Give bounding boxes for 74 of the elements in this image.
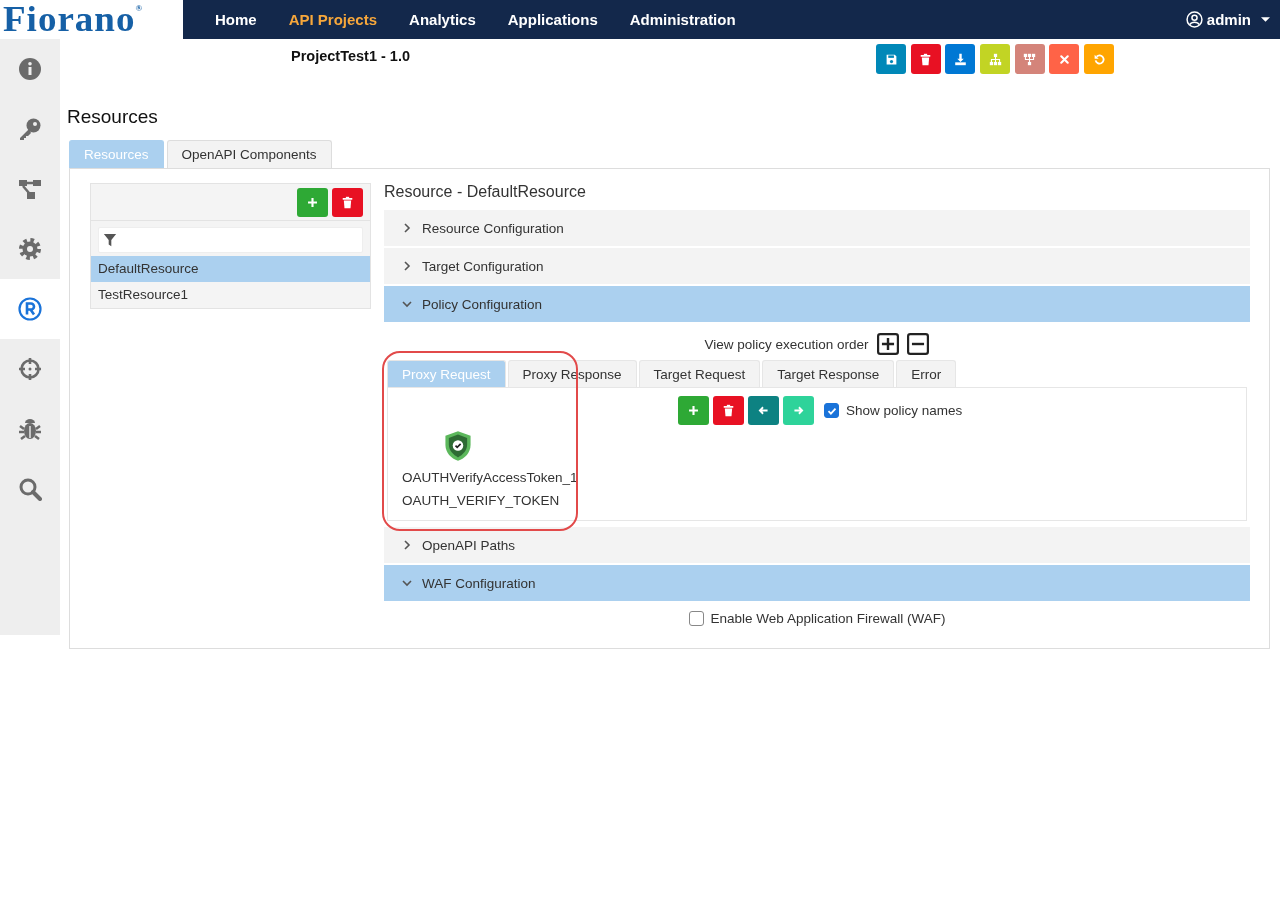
checkbox-label: Enable Web Application Firewall (WAF)	[710, 611, 946, 626]
policy-tab[interactable]: Error	[896, 360, 957, 387]
collapse-button[interactable]	[905, 332, 930, 356]
chevron-down-icon	[402, 299, 412, 309]
right-arrow-icon	[792, 404, 805, 417]
info-icon	[18, 57, 42, 81]
checkbox[interactable]	[824, 403, 839, 418]
add-button[interactable]	[297, 188, 328, 217]
merge-tree-icon	[1023, 52, 1037, 66]
tab[interactable]: OpenAPI Components	[166, 140, 332, 168]
chevron-right-icon	[402, 223, 412, 233]
shield-check-icon	[443, 430, 473, 462]
nav-link[interactable]: Administration	[629, 11, 736, 28]
registered-mark-icon	[18, 297, 42, 321]
policy-type: OAUTH_VERIFY_TOKEN	[402, 492, 560, 510]
plus-icon	[306, 196, 319, 209]
trash-icon	[722, 404, 735, 417]
accordion-header[interactable]: Resource Configuration	[384, 210, 1250, 246]
filter-field[interactable]	[98, 227, 363, 253]
toolbar-button[interactable]	[945, 44, 976, 74]
execution-order-label: View policy execution order	[704, 336, 869, 352]
move-left-button[interactable]	[748, 396, 779, 425]
checkbox-label: Show policy names	[846, 403, 963, 418]
crosshair-icon	[18, 357, 42, 381]
policy-name: OAUTHVerifyAccessToken_1	[402, 469, 578, 487]
resource-list-item[interactable]: DefaultResource	[91, 256, 370, 282]
sidebar-item[interactable]	[0, 279, 60, 339]
user-icon	[1185, 11, 1203, 28]
chevron-down-icon	[402, 578, 412, 588]
nav-link[interactable]: Analytics	[409, 11, 476, 28]
policy-tab[interactable]: Target Request	[638, 360, 761, 387]
accordion-header[interactable]: WAF Configuration	[384, 565, 1250, 601]
toolbar-button[interactable]	[876, 44, 906, 74]
bug-icon	[18, 417, 42, 441]
filter-icon	[103, 233, 117, 247]
project-title: ProjectTest1 - 1.0	[291, 47, 411, 64]
accordion-header[interactable]: OpenAPI Paths	[384, 527, 1250, 563]
gear-icon	[18, 237, 42, 261]
left-arrow-icon	[757, 404, 770, 417]
undo-icon	[1092, 52, 1106, 66]
key-icon	[18, 117, 42, 141]
delete-button[interactable]	[713, 396, 744, 425]
chevron-right-icon	[402, 261, 412, 271]
delete-button[interactable]	[332, 188, 363, 217]
download-icon	[953, 52, 967, 66]
policy-tab[interactable]: Target Response	[762, 360, 895, 387]
toolbar-button[interactable]	[1014, 44, 1045, 74]
expand-button[interactable]	[875, 332, 900, 356]
accordion-header[interactable]: Target Configuration	[384, 248, 1250, 284]
brand-logo[interactable]: Fiorano$^{®}$	[3, 2, 144, 37]
accordion-header[interactable]: Policy Configuration	[384, 286, 1250, 322]
page-heading: Resources	[67, 105, 159, 129]
user-menu[interactable]: admin	[1185, 11, 1270, 28]
nav-link[interactable]: API Projects	[288, 11, 378, 28]
checkbox[interactable]	[688, 611, 704, 626]
caret-icon	[1261, 16, 1270, 23]
flow-diagram-icon	[18, 177, 42, 201]
nav-link[interactable]: Applications	[507, 11, 598, 28]
add-button[interactable]	[678, 396, 709, 425]
search-icon	[18, 477, 42, 501]
save-icon	[884, 52, 898, 66]
resource-list-item[interactable]: TestResource1	[91, 282, 370, 308]
toolbar-button[interactable]	[1049, 44, 1080, 74]
resource-title: Resource - DefaultResource	[384, 183, 587, 202]
close-icon	[1057, 52, 1071, 66]
trash-icon	[341, 196, 354, 209]
plus-icon	[687, 404, 700, 417]
plus-square-icon	[876, 333, 899, 355]
toolbar-button[interactable]	[910, 44, 941, 74]
nav-link[interactable]: Home	[215, 11, 257, 28]
trash-icon	[919, 52, 933, 66]
minus-square-icon	[906, 333, 929, 355]
sitemap-icon	[988, 52, 1002, 66]
chevron-right-icon	[402, 540, 412, 550]
